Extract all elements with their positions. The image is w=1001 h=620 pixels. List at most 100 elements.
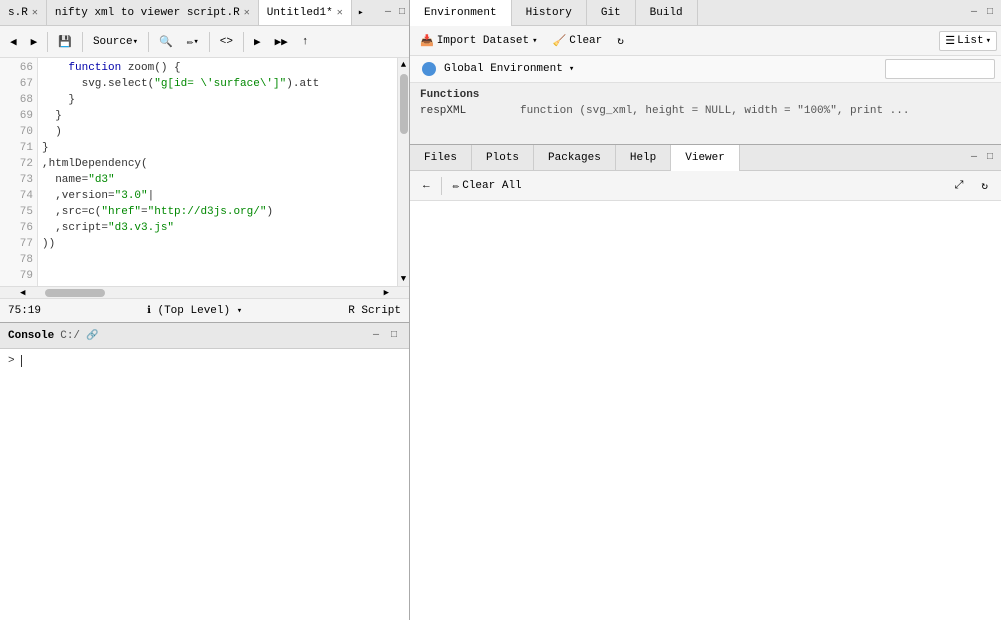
wand-dropdown[interactable]: ▾ (193, 37, 198, 47)
broom-icon: 🧹 (553, 34, 567, 48)
files-minimize-btn[interactable]: — (967, 151, 981, 165)
tab-environment[interactable]: Environment (410, 0, 512, 26)
files-tabs: Files Plots Packages Help Viewer — □ (410, 145, 1001, 171)
viewer-refresh-btn[interactable]: ↻ (974, 176, 995, 196)
tab-packages[interactable]: Packages (534, 145, 616, 171)
scroll-right-btn[interactable]: ▶ (384, 288, 389, 298)
code-line-77: ,script="d3.v3.js" (42, 220, 393, 236)
code-line-71: } (42, 140, 393, 156)
close-tab-s-r[interactable]: ✕ (32, 7, 38, 19)
close-tab-untitled1[interactable]: ✕ (337, 7, 343, 19)
run-all-btn[interactable]: ▶▶ (269, 32, 294, 52)
console-body[interactable]: > (0, 349, 409, 620)
editor-maximize-btn[interactable]: □ (395, 6, 409, 20)
tab-s-r[interactable]: s.R ✕ (0, 0, 47, 26)
tab-nifty[interactable]: nifty xml to viewer script.R ✕ (47, 0, 259, 26)
clear-env-btn[interactable]: 🧹 Clear (547, 31, 609, 51)
sep5 (243, 32, 244, 52)
env-tabs: Environment History Git Build — □ (410, 0, 1001, 26)
tab-files[interactable]: Files (410, 145, 472, 171)
env-maximize-btn[interactable]: □ (983, 6, 997, 20)
scroll-up-btn[interactable]: ▲ (401, 60, 406, 70)
source-btn[interactable]: Source ▾ (87, 33, 144, 51)
viewer-expand-btn[interactable]: ⤢ (948, 177, 971, 195)
tab-build[interactable]: Build (636, 0, 698, 26)
tab-git[interactable]: Git (587, 0, 636, 26)
tab-more[interactable]: ▸ (352, 7, 370, 19)
save-btn[interactable]: 💾 (52, 32, 78, 52)
console-header-btns: — □ (369, 329, 401, 343)
undo-btn[interactable]: ◀ (4, 32, 23, 52)
env-content: Functions respXML function (svg_xml, hei… (410, 83, 1001, 144)
editor-bottom: ◀ ▶ 75:19 ℹ (Top Level) ▾ R Script (0, 286, 409, 322)
code-line-68: } (42, 92, 393, 108)
tab-git-label: Git (601, 7, 621, 19)
code-btn[interactable]: <> (214, 33, 239, 51)
source-dropdown[interactable]: ▾ (133, 37, 138, 47)
scroll-thumb-h[interactable] (45, 289, 105, 297)
code-line-73: ,htmlDependency( (42, 156, 393, 172)
editor-scrollbar-h[interactable]: ◀ ▶ (0, 286, 409, 298)
expand-icon: ⤢ (955, 180, 964, 192)
redo-btn[interactable]: ▶ (25, 32, 44, 52)
editor-scrollbar-v[interactable]: ▲ ▼ (397, 58, 409, 286)
import-dropdown[interactable]: ▾ (532, 36, 537, 46)
code-line-67: svg.select("g[id= \'surface\']").att (42, 76, 393, 92)
env-toolbar: 📥 Import Dataset ▾ 🧹 Clear ↻ ☰ List ▾ (410, 26, 1001, 56)
tab-viewer[interactable]: Viewer (671, 145, 740, 171)
editor-footer: 75:19 ℹ (Top Level) ▾ R Script (0, 298, 409, 322)
tab-label: s.R (8, 7, 28, 19)
files-toolbar: ← ✏ Clear All ⤢ ↻ (410, 171, 1001, 201)
publish-btn[interactable]: ↑ (296, 33, 315, 51)
console-title-area: Console C:/ 🔗 (8, 330, 98, 342)
clear-all-btn[interactable]: ✏ Clear All (446, 176, 529, 196)
scroll-down-btn[interactable]: ▼ (401, 274, 406, 284)
editor-tabs: s.R ✕ nifty xml to viewer script.R ✕ Unt… (0, 0, 409, 26)
sep4 (209, 32, 210, 52)
scroll-thumb[interactable] (400, 74, 408, 134)
search-btn[interactable]: 🔍 (153, 32, 179, 52)
wand-btn[interactable]: ✏ ▾ (181, 32, 205, 52)
code-editor[interactable]: function zoom() { svg.select("g[id= \'su… (38, 58, 397, 286)
run-btn[interactable]: ▶ (248, 32, 267, 52)
env-var-name: respXML (420, 105, 520, 117)
tab-viewer-label: Viewer (685, 152, 725, 164)
tab-plots[interactable]: Plots (472, 145, 534, 171)
import-label: Import Dataset (437, 35, 529, 47)
console-minimize-btn[interactable]: — (369, 329, 383, 343)
right-panel: Environment History Git Build — □ (410, 0, 1001, 620)
top-right-panel: Environment History Git Build — □ (410, 0, 1001, 145)
console-link-icon: 🔗 (86, 330, 98, 342)
close-tab-nifty[interactable]: ✕ (244, 7, 250, 19)
files-maximize-btn[interactable]: □ (983, 151, 997, 165)
tab-plots-label: Plots (486, 152, 519, 164)
import-btn[interactable]: 📥 Import Dataset ▾ (414, 31, 544, 51)
tab-history-label: History (526, 7, 572, 19)
list-dropdown[interactable]: ▾ (986, 36, 991, 46)
console-cursor[interactable] (21, 355, 29, 367)
viewer-back-btn[interactable]: ← (416, 177, 437, 195)
refresh-env-btn[interactable]: ↻ (611, 31, 630, 51)
file-type: R Script (348, 305, 401, 317)
console-prompt: > (8, 355, 21, 367)
sep-toolbar (441, 177, 442, 195)
tab-untitled1[interactable]: Untitled1* ✕ (259, 0, 352, 26)
editor-minimize-btn[interactable]: — (381, 6, 395, 20)
env-minimize-btn[interactable]: — (967, 6, 981, 20)
global-env-selector[interactable]: Global Environment ▾ (416, 60, 580, 78)
tab-history[interactable]: History (512, 0, 587, 26)
cursor-position: 75:19 (8, 305, 41, 317)
list-view-btn[interactable]: ☰ List ▾ (939, 31, 997, 51)
env-dropdown-arrow[interactable]: ▾ (569, 64, 574, 74)
tab-help[interactable]: Help (616, 145, 671, 171)
line-numbers: 66 67 68 69 70 71 72 73 74 75 76 77 78 7… (0, 58, 38, 286)
scope-dropdown[interactable]: ▾ (237, 306, 242, 316)
bottom-right-panel: Files Plots Packages Help Viewer — □ (410, 145, 1001, 620)
import-icon: 📥 (420, 34, 434, 48)
env-search-input[interactable] (885, 59, 995, 79)
scope-indicator: ℹ (Top Level) ▾ (147, 305, 242, 317)
tab-environment-label: Environment (424, 7, 497, 19)
scroll-left-btn[interactable]: ◀ (20, 288, 25, 298)
console-maximize-btn[interactable]: □ (387, 329, 401, 343)
wand-icon: ✏ (187, 35, 194, 49)
